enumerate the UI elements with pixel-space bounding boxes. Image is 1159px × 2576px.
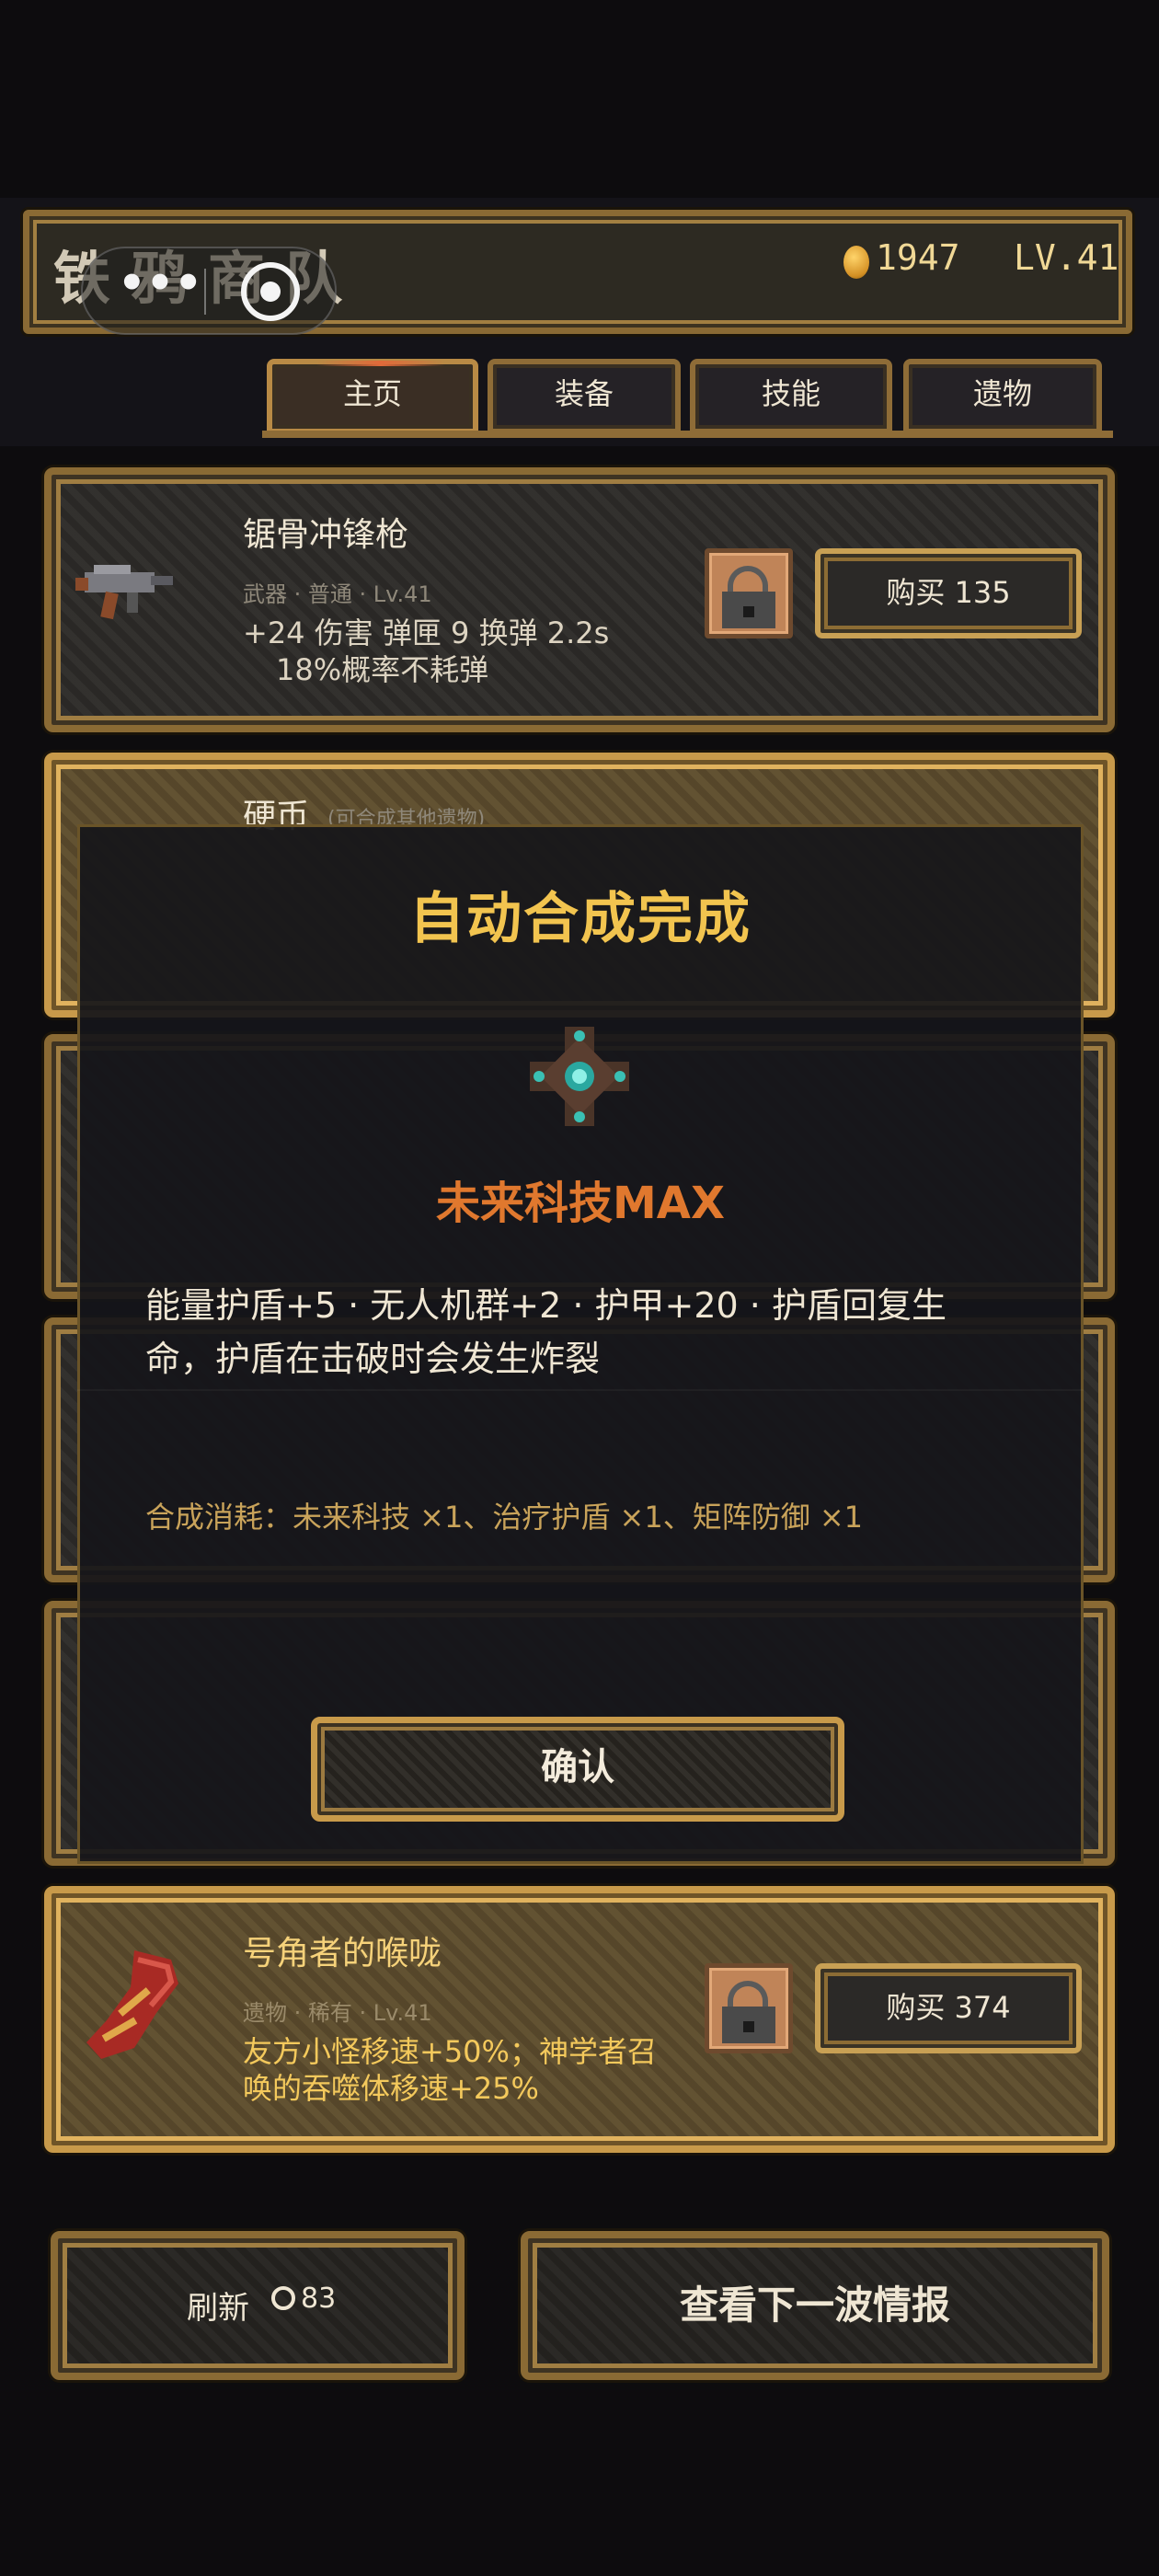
tech-core-icon [530,1027,629,1126]
gold-amount: 1947 [876,237,960,278]
lock-button[interactable] [705,548,793,638]
gear-icon [271,2286,295,2310]
crafted-item-description: 能量护盾+5 · 无人机群+2 · 护甲+20 · 护盾回复生命，护盾在击破时会… [145,1285,947,1379]
tab-equipment[interactable]: 装备 [488,359,681,434]
item-name: 锯骨冲锋枪 [243,516,409,554]
tab-relics[interactable]: 遗物 [903,359,1102,434]
close-miniprogram-dot [260,282,281,302]
refresh-cost: 83 [301,2283,337,2315]
tab-home[interactable]: 主页 [267,359,478,434]
item-stats: +24 伤害 弹匣 9 换弹 2.2s [243,615,610,650]
craft-cost: 合成消耗：未来科技 ×1、治疗护盾 ×1、矩阵防御 ×1 [145,1500,864,1535]
capsule-divider [204,269,206,315]
item-meta: 遗物 · 稀有 · Lv.41 [243,2000,432,2026]
item-effect: 唤的吞噬体移速+25% [243,2071,539,2106]
item-meta: 武器 · 普通 · Lv.41 [243,581,432,607]
next-wave-button[interactable]: 查看下一波情报 [521,2231,1109,2380]
confirm-button[interactable]: 确认 [311,1717,844,1822]
player-level: LV.41 [1014,237,1119,278]
more-menu-icon[interactable]: ••• [118,258,202,309]
item-effect: 友方小怪移速+50%；神学者召 [243,2034,657,2069]
coin-icon [843,246,869,279]
buy-button[interactable]: 购买 374 [815,1963,1082,2053]
lock-button[interactable] [705,1963,793,2053]
item-effect: 18%概率不耗弹 [276,652,489,687]
horn-throat-icon [86,1950,178,2059]
smg-icon [75,565,173,620]
refresh-button[interactable]: 刷新 83 [51,2231,465,2380]
tab-skills[interactable]: 技能 [690,359,892,434]
lock-keyhole [743,2021,754,2032]
modal-title: 自动合成完成 [409,887,752,951]
item-name: 号角者的喉咙 [243,1935,442,1972]
tab-underline [262,431,1113,438]
crafted-item-name: 未来科技MAX [436,1178,725,1229]
buy-button[interactable]: 购买 135 [815,548,1082,638]
tab-active-indicator [316,361,445,366]
modal-divider [77,1389,1084,1391]
refresh-label: 刷新 [187,2290,249,2327]
lock-keyhole [743,606,754,617]
